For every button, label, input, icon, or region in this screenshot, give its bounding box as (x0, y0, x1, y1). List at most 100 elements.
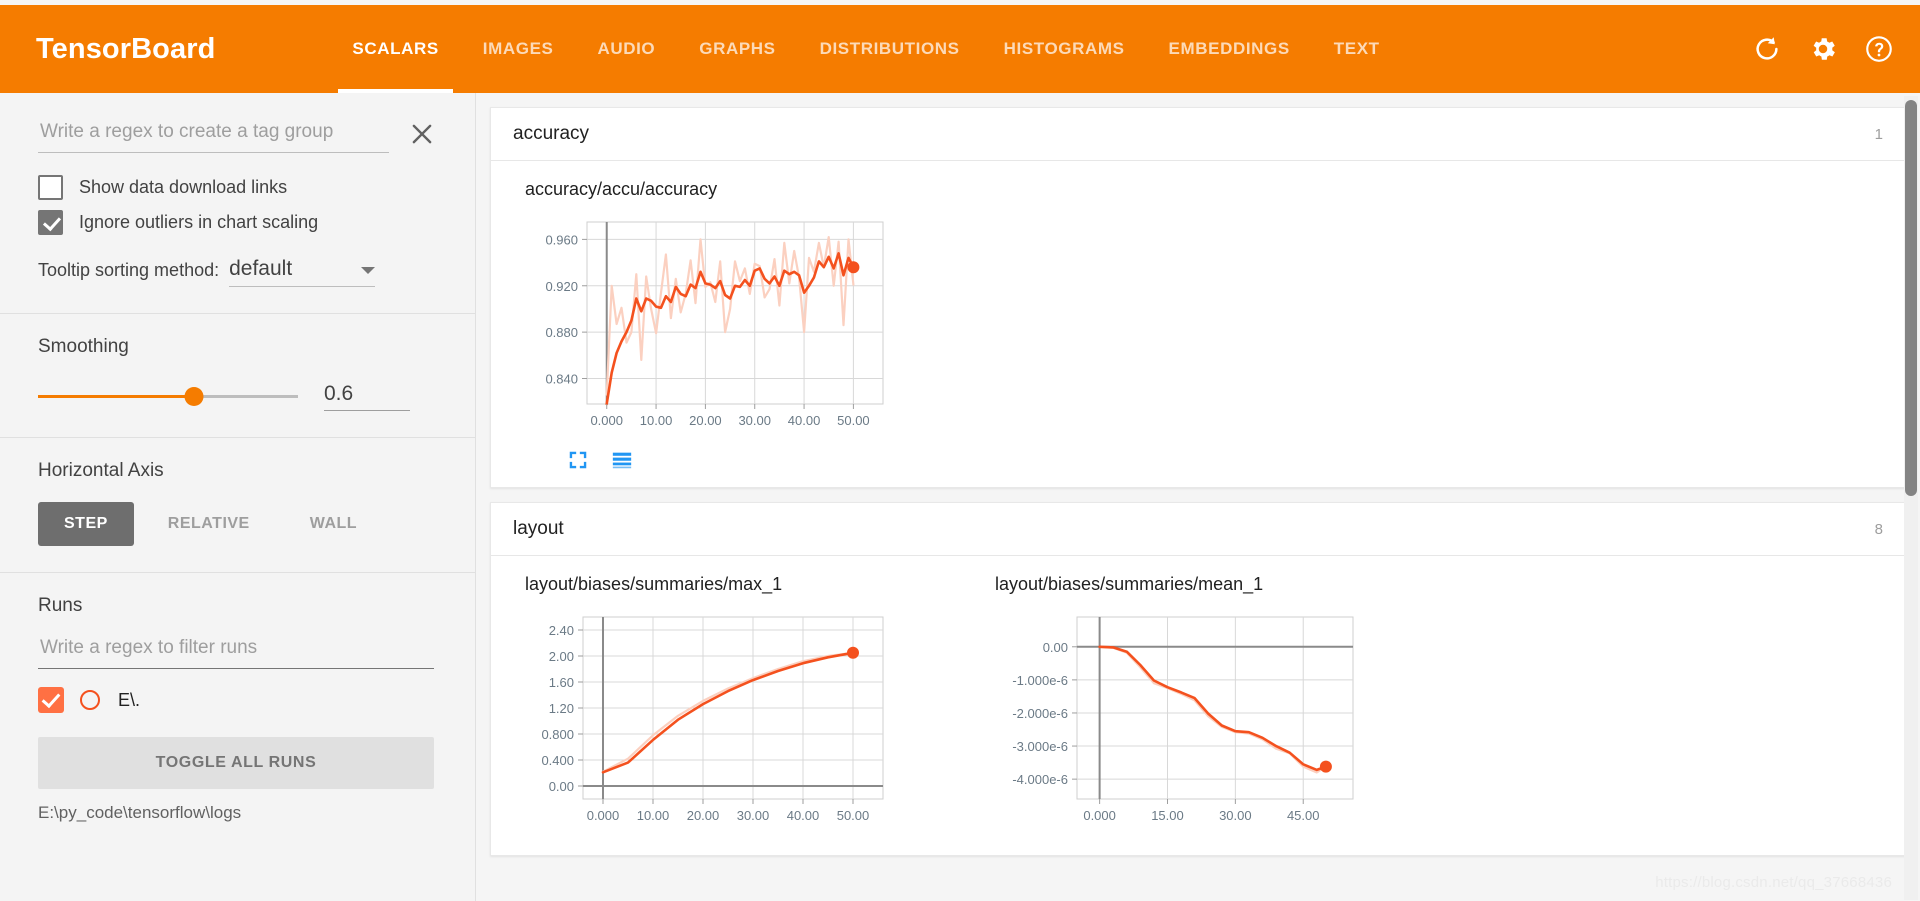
chart-end-marker (847, 646, 859, 659)
svg-text:40.00: 40.00 (787, 808, 820, 823)
svg-text:0.960: 0.960 (545, 232, 578, 247)
option-show-download-links[interactable]: Show data download links (0, 175, 475, 200)
chart-title: layout/biases/summaries/max_1 (525, 574, 783, 594)
app-brand: TensorBoard (36, 32, 216, 65)
close-icon[interactable] (407, 119, 437, 149)
settings-gear-icon[interactable] (1808, 34, 1838, 64)
tooltip-sorting-row: Tooltip sorting method: default (0, 257, 475, 287)
svg-text:0.000: 0.000 (590, 413, 623, 428)
tab-audio[interactable]: AUDIO (575, 5, 677, 93)
svg-text:1.20: 1.20 (549, 701, 574, 716)
chart-end-marker (1319, 760, 1332, 773)
svg-text:10.00: 10.00 (640, 413, 673, 428)
watermark: https://blog.csdn.net/qq_37668436 (1655, 874, 1892, 891)
tab-graphs[interactable]: GRAPHS (677, 5, 797, 93)
checkbox-show-download-links[interactable] (38, 175, 63, 200)
card-layout: layout 8 (490, 502, 1906, 556)
line-chart-mean1[interactable]: 0.00 -1.000e-6 -2.000e-6 -3.000e-6 -4.000e-6… (995, 607, 1421, 832)
tag-regex-row (0, 93, 475, 153)
card-count: 8 (1874, 520, 1883, 538)
smoothing-slider[interactable] (38, 387, 298, 406)
tab-images[interactable]: IMAGES (461, 5, 576, 93)
chart-title: accuracy/accu/accuracy (525, 179, 718, 199)
chart-end-marker (847, 261, 860, 274)
line-chart-max1[interactable]: 0.00 0.400 0.800 1.20 1.60 2.00 2.40 0.000 10.00… (525, 607, 951, 832)
tab-scalars[interactable]: SCALARS (330, 5, 460, 93)
run-color-swatch (80, 690, 100, 710)
svg-text:0.000: 0.000 (587, 808, 620, 823)
top-toolbar: TensorBoard SCALARS IMAGES AUDIO GRAPHS DIST… (0, 5, 1920, 93)
runs-title: Runs (38, 595, 83, 616)
svg-text:2.00: 2.00 (549, 649, 574, 664)
tab-distributions[interactable]: DISTRIBUTIONS (798, 5, 982, 93)
checkbox-ignore-outliers[interactable] (38, 210, 63, 235)
card-layout-body: layout/biases/summaries/max_1 0.00 0.400 0… (490, 556, 1906, 856)
tooltip-sorting-select[interactable]: default (229, 257, 376, 287)
svg-text:45.00: 45.00 (1287, 808, 1320, 823)
chart-title: layout/biases/summaries/mean_1 (995, 574, 1264, 594)
main-content: accuracy 1 accuracy/accu/accuracy 0.840 0… (476, 93, 1920, 901)
svg-text:15.00: 15.00 (1151, 808, 1184, 823)
svg-text:50.00: 50.00 (837, 413, 870, 428)
card-accuracy-body: accuracy/accu/accuracy 0.840 0.880 0.920 0.… (490, 161, 1906, 488)
axis-option-step[interactable]: STEP (38, 502, 134, 546)
card-count: 1 (1874, 125, 1883, 143)
card-accuracy: accuracy 1 (490, 107, 1906, 161)
svg-text:50.00: 50.00 (837, 808, 870, 823)
chart-cell: accuracy/accu/accuracy 0.840 0.880 0.920 0.… (491, 179, 961, 481)
smoothing-slider-fill (38, 395, 194, 398)
help-icon[interactable] (1864, 34, 1894, 64)
page-scrollbar[interactable] (1904, 96, 1918, 900)
tab-text[interactable]: TEXT (1312, 5, 1402, 93)
card-title: layout (513, 518, 564, 539)
toggle-all-runs-button[interactable]: TOGGLE ALL RUNS (38, 737, 434, 789)
axis-option-wall[interactable]: WALL (284, 502, 383, 546)
option-ignore-outliers[interactable]: Ignore outliers in chart scaling (0, 210, 475, 235)
chart-grid-layout: layout/biases/summaries/max_1 0.00 0.400 0… (491, 556, 1905, 838)
chart-controls (525, 437, 951, 481)
toolbar-icons (1752, 5, 1894, 93)
data-table-icon[interactable] (611, 449, 633, 471)
svg-text:0.400: 0.400 (541, 753, 574, 768)
horizontal-axis-title: Horizontal Axis (38, 460, 164, 481)
option-label: Ignore outliers in chart scaling (79, 212, 319, 232)
chevron-down-icon (361, 267, 376, 274)
svg-text:0.800: 0.800 (541, 727, 574, 742)
smoothing-row: 0.6 (0, 382, 475, 411)
svg-text:1.60: 1.60 (549, 675, 574, 690)
svg-text:0.00: 0.00 (549, 779, 574, 794)
chart-cell: layout/biases/summaries/max_1 0.00 0.400 0… (491, 574, 961, 832)
scrollbar-thumb[interactable] (1905, 100, 1917, 496)
svg-text:-1.000e-6: -1.000e-6 (1012, 673, 1068, 688)
svg-text:30.00: 30.00 (738, 413, 771, 428)
chart-grid-accuracy: accuracy/accu/accuracy 0.840 0.880 0.920 0.… (491, 161, 1905, 487)
card-header-accuracy[interactable]: accuracy 1 (491, 108, 1905, 160)
chart-svg: 0.00 0.400 0.800 1.20 1.60 2.00 2.40 0.000 10.00… (541, 616, 884, 823)
card-header-layout[interactable]: layout 8 (491, 503, 1905, 555)
svg-text:0.840: 0.840 (545, 371, 578, 386)
refresh-icon[interactable] (1752, 34, 1782, 64)
svg-text:10.00: 10.00 (637, 808, 670, 823)
card-title: accuracy (513, 123, 590, 144)
runs-filter-input[interactable] (38, 637, 434, 669)
tooltip-sorting-label: Tooltip sorting method: (38, 260, 220, 280)
tab-embeddings[interactable]: EMBEDDINGS (1147, 5, 1312, 93)
runs-logdir-path: E:\py_code\tensorflow\logs (38, 803, 242, 822)
line-chart-accuracy[interactable]: 0.840 0.880 0.920 0.960 0.000 10.00 20.00 30.00… (525, 212, 951, 437)
svg-text:0.880: 0.880 (545, 325, 578, 340)
svg-text:0.00: 0.00 (1043, 640, 1068, 655)
smoothing-slider-knob[interactable] (184, 387, 204, 406)
axis-option-relative[interactable]: RELATIVE (142, 502, 276, 546)
smoothing-title: Smoothing (38, 336, 129, 357)
tag-regex-input[interactable] (38, 121, 389, 153)
chart-svg: 0.00 -1.000e-6 -2.000e-6 -3.000e-6 -4.000e-6… (1012, 616, 1354, 823)
expand-icon[interactable] (567, 449, 589, 471)
run-checkbox[interactable] (38, 687, 64, 713)
tab-histograms[interactable]: HISTOGRAMS (982, 5, 1147, 93)
smoothing-value[interactable]: 0.6 (324, 382, 410, 411)
tooltip-sorting-value: default (229, 257, 293, 280)
svg-text:20.00: 20.00 (689, 413, 722, 428)
svg-text:30.00: 30.00 (737, 808, 770, 823)
svg-text:-3.000e-6: -3.000e-6 (1012, 739, 1068, 754)
run-item[interactable]: E\. (0, 687, 475, 713)
